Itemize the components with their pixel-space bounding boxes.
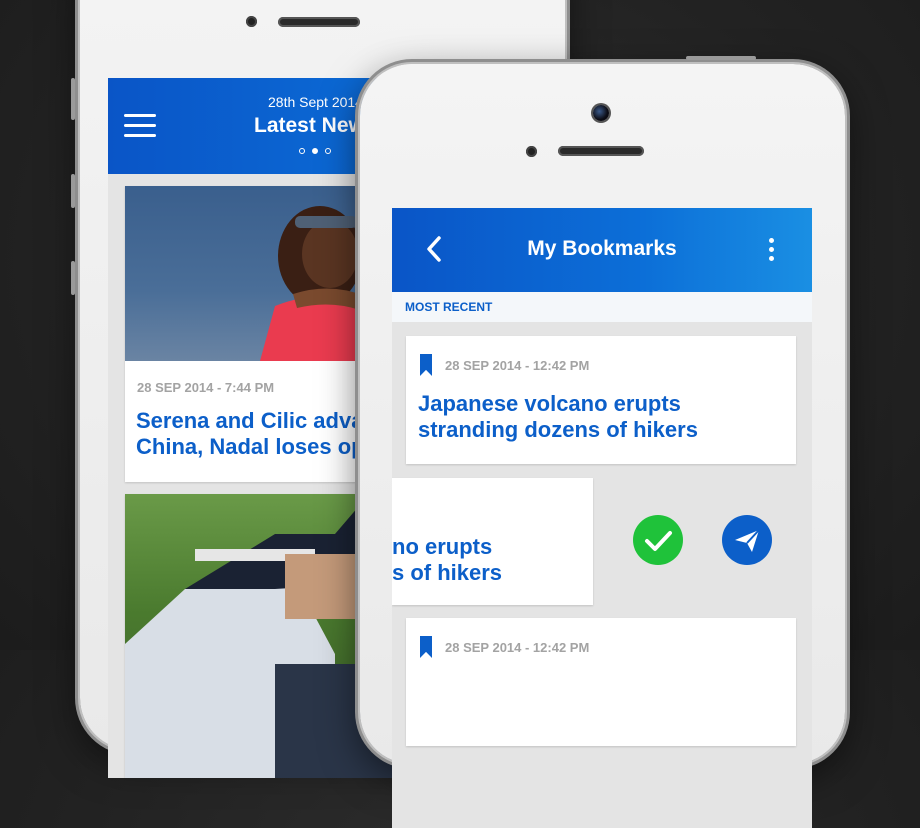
headline-line: Japanese volcano erupts (418, 391, 681, 416)
power-button (686, 56, 756, 60)
header-title: My Bookmarks (527, 237, 677, 260)
share-button[interactable] (722, 515, 772, 565)
page-indicator[interactable] (299, 148, 331, 154)
bookmark-timestamp: 28 SEP 2014 - 12:42 PM (445, 358, 590, 373)
page-dot[interactable] (299, 148, 305, 154)
checkmark-icon (645, 531, 672, 551)
page-dot[interactable] (325, 148, 331, 154)
headline-line: no erupts (392, 534, 493, 559)
front-camera-lens (593, 105, 609, 121)
earpiece-speaker (278, 17, 360, 27)
volume-up-button (71, 174, 75, 208)
more-options-icon[interactable] (768, 238, 776, 264)
front-camera (246, 16, 257, 27)
volume-down-button (71, 261, 75, 295)
proximity-sensor (526, 146, 537, 157)
headline-line: stranding dozens of hikers (418, 417, 698, 442)
article-timestamp: 28 SEP 2014 - 7:44 PM (137, 380, 275, 395)
front-phone-screen: My Bookmarks MOST RECENT 28 SEP 2014 - 1… (392, 208, 812, 828)
mute-switch (71, 78, 75, 120)
earpiece-speaker (558, 146, 644, 156)
hamburger-menu-icon[interactable] (124, 114, 156, 138)
section-label-bar: MOST RECENT (392, 292, 812, 322)
bookmark-headline[interactable]: no erupts s of hikers (392, 534, 502, 586)
paper-plane-icon (735, 529, 760, 552)
bookmark-icon (420, 354, 432, 376)
confirm-button[interactable] (633, 515, 683, 565)
header-title: Latest News (254, 114, 377, 137)
front-phone-device: My Bookmarks MOST RECENT 28 SEP 2014 - 1… (360, 56, 845, 828)
headline-line: s of hikers (392, 560, 503, 585)
bookmark-headline[interactable]: Japanese volcano erupts stranding dozens… (418, 391, 698, 443)
bookmark-card-swiped[interactable]: no erupts s of hikers (392, 478, 593, 605)
bookmarks-header: My Bookmarks (392, 208, 812, 292)
bookmark-icon (420, 636, 432, 658)
bookmark-card[interactable]: 28 SEP 2014 - 12:42 PM Japanese volcano … (406, 336, 796, 464)
bookmark-card[interactable]: 28 SEP 2014 - 12:42 PM (406, 618, 796, 746)
section-label: MOST RECENT (405, 300, 493, 314)
header-date: 28th Sept 2014 (268, 94, 363, 110)
page-dot-active[interactable] (312, 148, 318, 154)
bookmark-timestamp: 28 SEP 2014 - 12:42 PM (445, 640, 590, 655)
